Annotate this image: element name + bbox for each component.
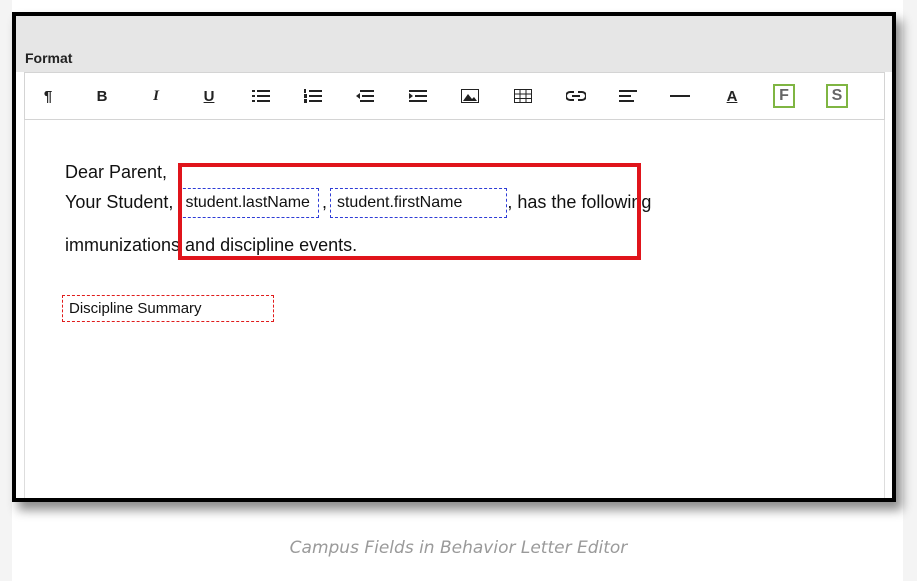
first-name-field[interactable]: student.firstName — [329, 188, 508, 218]
bulleted-list-icon[interactable] — [246, 81, 276, 111]
link-icon[interactable] — [561, 81, 591, 111]
student-line-suffix: , has the following — [507, 191, 652, 212]
underline-button[interactable]: U — [194, 81, 224, 111]
letter-body[interactable]: Dear Parent, Your Student, student.lastN… — [24, 120, 885, 498]
outdent-icon[interactable] — [350, 81, 380, 111]
letter-editor-window: Format ¶ B I U A F S Dear Parent, Your S… — [12, 12, 896, 502]
horizontal-rule-icon[interactable] — [665, 81, 695, 111]
subreports-button[interactable]: S — [822, 81, 852, 111]
student-line-prefix: Your Student, — [65, 191, 179, 212]
formatting-toolbar: ¶ B I U A F S — [24, 72, 885, 120]
paragraph-icon[interactable]: ¶ — [33, 81, 63, 111]
subreports-icon: S — [826, 84, 848, 108]
student-line: Your Student, student.lastName, student.f… — [65, 188, 651, 218]
right-margin — [903, 0, 917, 581]
figure-caption: Campus Fields in Behavior Letter Editor — [289, 538, 628, 558]
last-name-field[interactable]: student.lastName — [178, 188, 319, 218]
table-icon[interactable] — [508, 81, 538, 111]
format-header: Format — [16, 16, 892, 72]
left-margin — [0, 0, 12, 581]
align-icon[interactable] — [613, 81, 643, 111]
italic-button[interactable]: I — [141, 81, 171, 111]
greeting-line: Dear Parent, — [65, 162, 168, 182]
fields-button[interactable]: F — [769, 81, 799, 111]
bold-button[interactable]: B — [87, 81, 117, 111]
indent-icon[interactable] — [403, 81, 433, 111]
numbered-list-icon[interactable] — [298, 81, 328, 111]
immunizations-line: immunizations and discipline events. — [65, 235, 358, 255]
field-separator: , — [321, 191, 327, 212]
image-icon[interactable] — [455, 81, 485, 111]
fields-icon: F — [773, 84, 795, 108]
discipline-summary-field[interactable]: Discipline Summary — [62, 295, 274, 322]
format-title: Format — [25, 50, 73, 66]
font-color-button[interactable]: A — [717, 81, 747, 111]
